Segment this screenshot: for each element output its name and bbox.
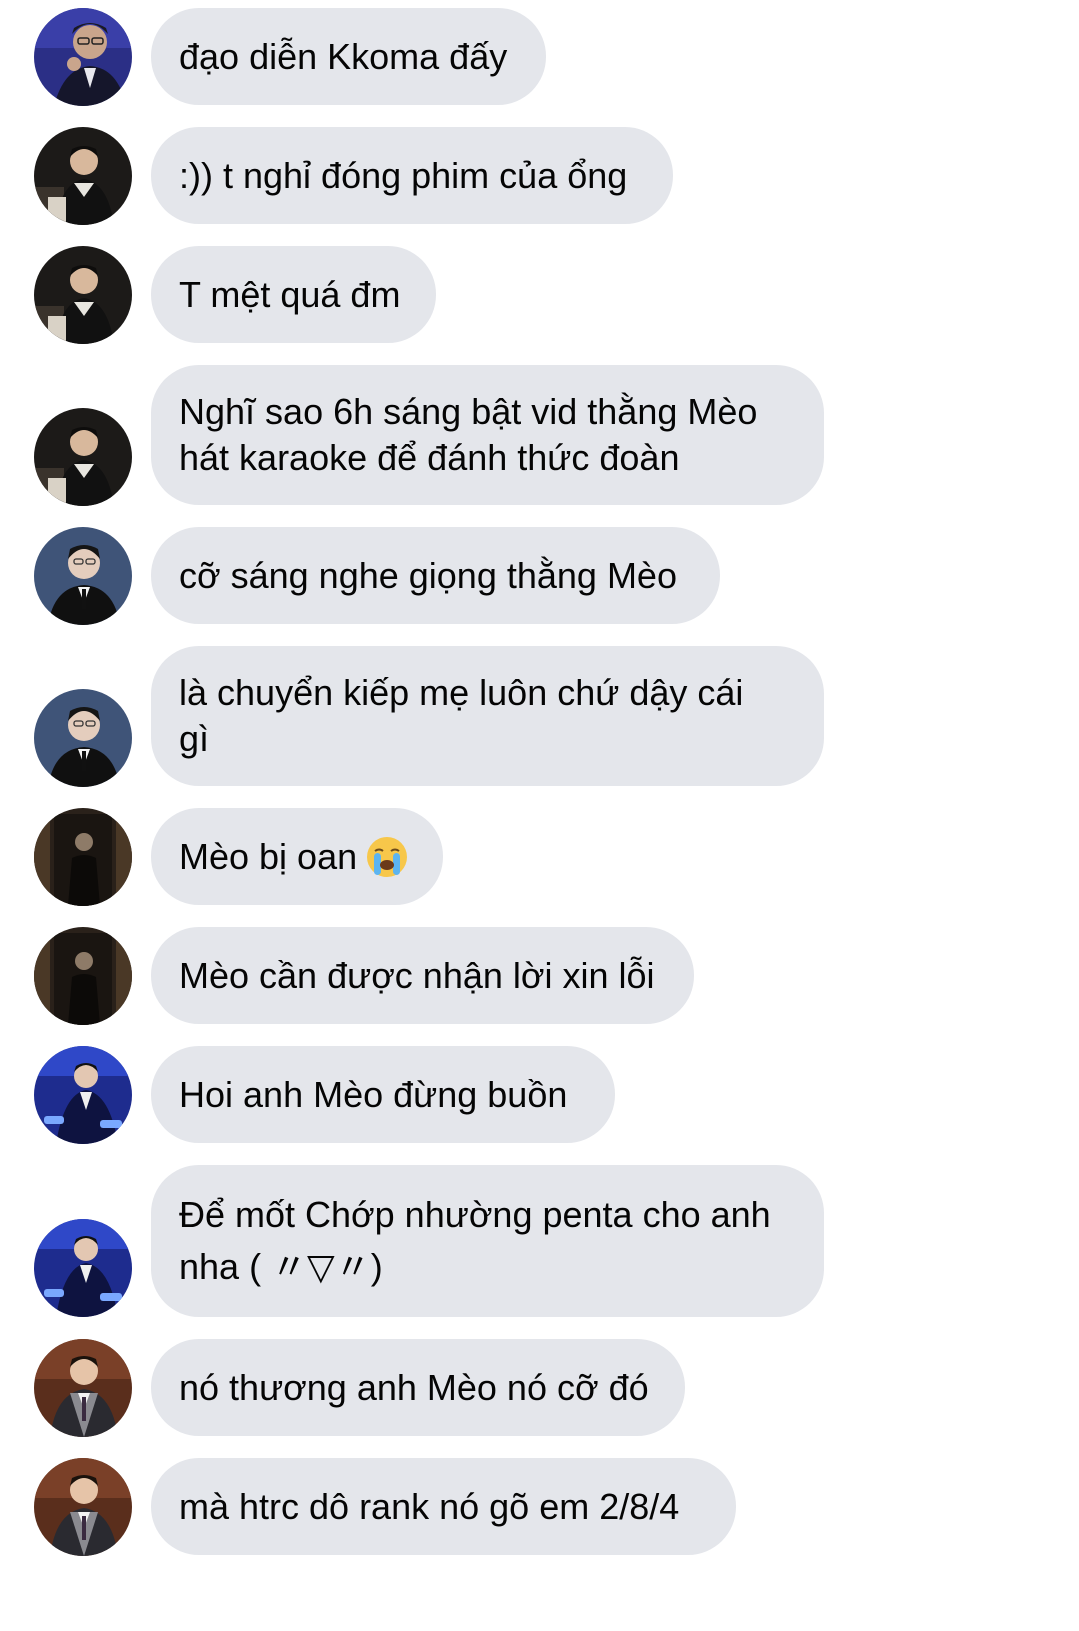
message-bubble[interactable]: Hoi anh Mèo đừng buồn bbox=[151, 1046, 615, 1143]
message-bubble[interactable]: :)) t nghỉ đóng phim của ổng bbox=[151, 127, 673, 224]
avatar-vest-guy[interactable] bbox=[34, 1458, 132, 1556]
message-text: đạo diễn Kkoma đấy bbox=[179, 35, 508, 77]
message-bubble[interactable]: Để mốt Chớp nhường penta cho anh nha ( 〃… bbox=[151, 1165, 824, 1317]
message-text: Nghĩ sao 6h sáng bật vid thằng Mèo hát k… bbox=[179, 391, 758, 478]
message-text: mà htrc dô rank nó gõ em 2/8/4 bbox=[179, 1485, 680, 1527]
message-text: Hoi anh Mèo đừng buồn bbox=[179, 1073, 568, 1115]
message-bubble[interactable]: T mệt quá đm bbox=[151, 246, 436, 343]
message-bubble[interactable]: là chuyển kiếp mẹ luôn chứ dậy cái gì bbox=[151, 646, 824, 786]
avatar-dark-room[interactable] bbox=[34, 927, 132, 1025]
message-text: Mèo bị oan bbox=[179, 835, 358, 877]
avatar-stage-blue[interactable] bbox=[34, 1219, 132, 1317]
message-text: cỡ sáng nghe giọng thằng Mèo bbox=[179, 554, 677, 596]
message-text: Để mốt Chớp nhường penta cho anh nha ( 〃… bbox=[179, 1194, 771, 1287]
message-text: là chuyển kiếp mẹ luôn chứ dậy cái gì bbox=[179, 672, 744, 759]
avatar-dark-sweater[interactable] bbox=[34, 408, 132, 506]
crying-face-emoji bbox=[365, 835, 409, 879]
chat-thread: đạo diễn Kkoma đấy :)) t nghỉ đóng phim … bbox=[0, 0, 1079, 1631]
message-bubble[interactable]: nó thương anh Mèo nó cỡ đó bbox=[151, 1339, 685, 1436]
message-text: nó thương anh Mèo nó cỡ đó bbox=[179, 1366, 649, 1408]
avatar-stage-blue[interactable] bbox=[34, 1046, 132, 1144]
avatar-suit-guy[interactable] bbox=[34, 689, 132, 787]
avatar-dark-room[interactable] bbox=[34, 808, 132, 906]
message-bubble[interactable]: mà htrc dô rank nó gõ em 2/8/4 bbox=[151, 1458, 736, 1555]
avatar-vest-guy[interactable] bbox=[34, 1339, 132, 1437]
message-bubble[interactable]: Nghĩ sao 6h sáng bật vid thằng Mèo hát k… bbox=[151, 365, 824, 505]
message-text: T mệt quá đm bbox=[179, 273, 401, 315]
avatar-suit-guy[interactable] bbox=[34, 527, 132, 625]
avatar-glasses-guy[interactable] bbox=[34, 8, 132, 106]
message-text: :)) t nghỉ đóng phim của ổng bbox=[179, 154, 628, 196]
avatar-dark-sweater[interactable] bbox=[34, 127, 132, 225]
message-bubble[interactable]: đạo diễn Kkoma đấy bbox=[151, 8, 546, 105]
message-bubble[interactable]: cỡ sáng nghe giọng thằng Mèo bbox=[151, 527, 720, 624]
message-bubble[interactable]: Mèo bị oan bbox=[151, 808, 443, 905]
message-bubble[interactable]: Mèo cần được nhận lời xin lỗi bbox=[151, 927, 694, 1024]
avatar-dark-sweater[interactable] bbox=[34, 246, 132, 344]
message-text: Mèo cần được nhận lời xin lỗi bbox=[179, 954, 655, 996]
